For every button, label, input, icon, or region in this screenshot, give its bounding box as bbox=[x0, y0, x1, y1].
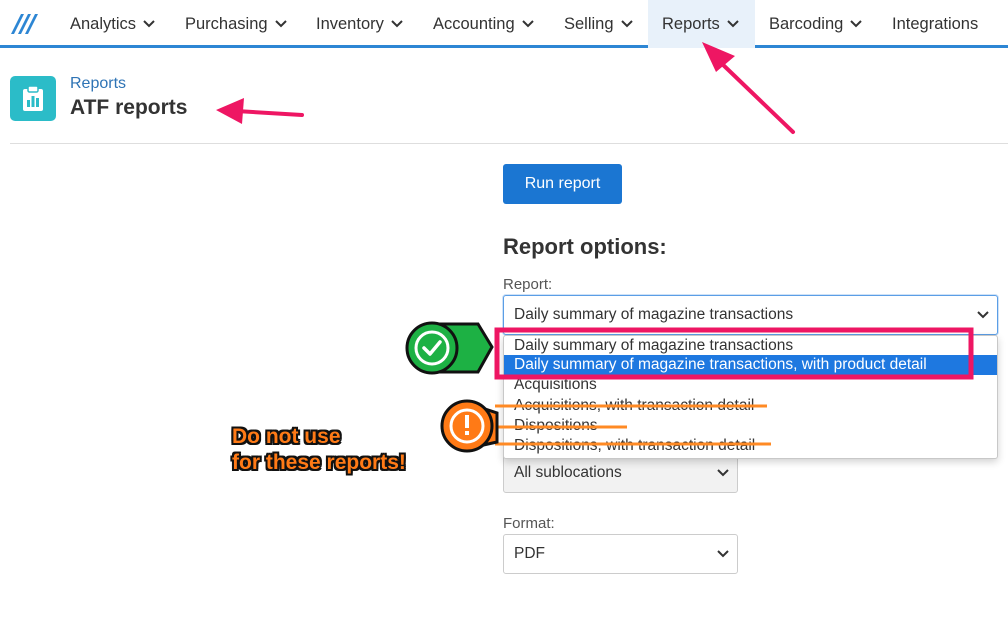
page-title: ATF reports bbox=[70, 96, 188, 119]
warning-line-1: Do not use bbox=[232, 425, 341, 448]
chevron-down-icon bbox=[977, 311, 989, 319]
report-options-heading: Report options: bbox=[503, 234, 667, 259]
sublocation-select[interactable]: All sublocations bbox=[503, 453, 738, 493]
nav-item-label: Inventory bbox=[316, 14, 384, 33]
chevron-down-icon bbox=[727, 20, 739, 28]
nav-item-label: Analytics bbox=[70, 14, 137, 33]
chevron-down-icon bbox=[850, 20, 863, 28]
sublocation-select-value: All sublocations bbox=[514, 464, 622, 481]
report-option-highlighted[interactable]: Daily summary of magazine transactions, … bbox=[504, 355, 997, 375]
report-option[interactable]: Acquisitions, with transaction detail bbox=[504, 396, 997, 416]
do-not-use-warning: Do not use for these reports! bbox=[232, 424, 406, 476]
nav-item-purchasing[interactable]: Purchasing bbox=[185, 0, 287, 48]
report-option[interactable]: Acquisitions bbox=[504, 375, 997, 395]
arrow-icon bbox=[216, 98, 304, 124]
report-select-value: Daily summary of magazine transactions bbox=[514, 306, 794, 323]
chevron-down-icon bbox=[143, 20, 155, 28]
report-option[interactable]: Dispositions, with transaction detail bbox=[504, 436, 997, 456]
chevron-down-icon bbox=[521, 20, 534, 28]
arrow-icon bbox=[702, 42, 795, 134]
report-dropdown-list: Daily summary of magazine transactions D… bbox=[503, 335, 998, 459]
breadcrumb-reports[interactable]: Reports bbox=[70, 75, 126, 93]
warning-line-2: for these reports! bbox=[232, 451, 406, 474]
report-select[interactable]: Daily summary of magazine transactions bbox=[503, 295, 998, 335]
chevron-down-icon bbox=[391, 20, 403, 28]
header-divider bbox=[10, 143, 1008, 144]
nav-item-integrations[interactable]: Integrations bbox=[892, 0, 978, 48]
clipboard-chart-icon bbox=[23, 85, 43, 111]
warning-badge-icon bbox=[440, 399, 499, 453]
chevron-down-icon bbox=[717, 550, 729, 558]
nav-item-label: Reports bbox=[662, 14, 720, 33]
nav-item-label: Accounting bbox=[433, 14, 515, 33]
report-option[interactable]: Dispositions bbox=[504, 416, 997, 436]
chevron-down-icon bbox=[717, 469, 729, 477]
nav-item-label: Barcoding bbox=[769, 14, 844, 33]
nav-item-barcoding[interactable]: Barcoding bbox=[769, 0, 863, 48]
nav-item-selling[interactable]: Selling bbox=[564, 0, 633, 48]
run-report-button[interactable]: Run report bbox=[503, 164, 622, 204]
reports-page-icon bbox=[10, 76, 56, 121]
nav-item-accounting[interactable]: Accounting bbox=[433, 0, 534, 48]
report-label: Report: bbox=[503, 276, 553, 293]
app-logo-icon[interactable] bbox=[9, 10, 41, 36]
chevron-down-icon bbox=[274, 20, 287, 28]
nav-item-label: Purchasing bbox=[185, 14, 268, 33]
nav-item-analytics[interactable]: Analytics bbox=[70, 0, 155, 48]
format-select-value: PDF bbox=[514, 545, 545, 562]
nav-item-label: Selling bbox=[564, 14, 614, 33]
report-option[interactable]: Daily summary of magazine transactions bbox=[504, 336, 997, 356]
top-nav: Analytics Purchasing Inventory Accountin… bbox=[0, 0, 1008, 48]
format-select[interactable]: PDF bbox=[503, 534, 738, 574]
nav-item-inventory[interactable]: Inventory bbox=[316, 0, 403, 48]
ok-badge-icon bbox=[405, 321, 494, 375]
format-label: Format: bbox=[503, 515, 555, 532]
chevron-down-icon bbox=[620, 20, 633, 28]
nav-item-label: Integrations bbox=[892, 14, 979, 33]
nav-item-reports[interactable]: Reports bbox=[648, 0, 755, 48]
